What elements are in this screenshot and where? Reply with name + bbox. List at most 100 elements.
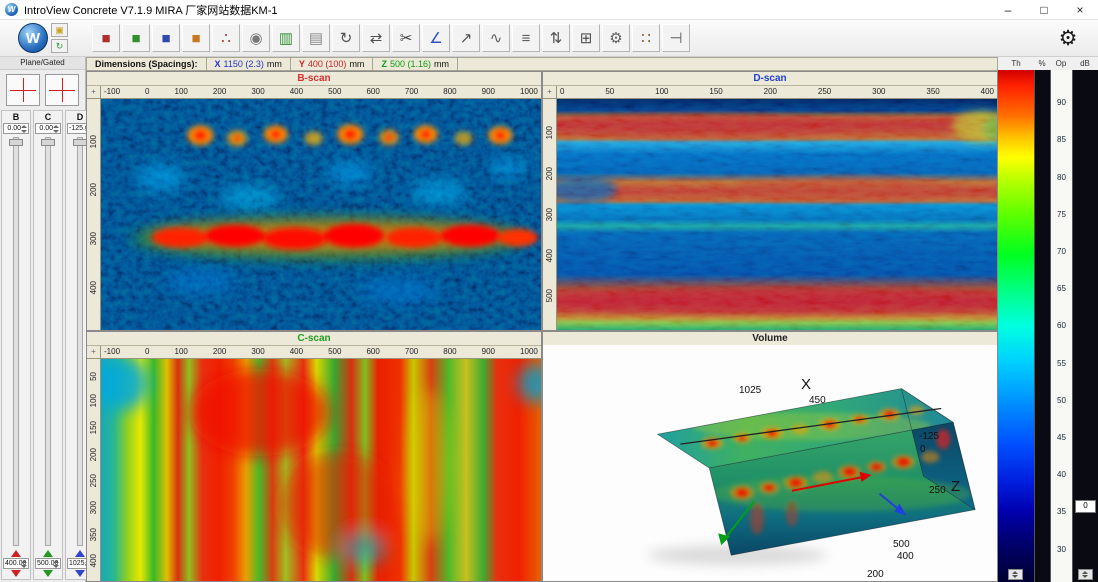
slider-thumb[interactable] (41, 139, 55, 146)
bscan-heatmap[interactable] (101, 99, 541, 330)
slider-thumb[interactable] (73, 139, 87, 146)
colorbar-ticks: 90858075706560555045403530 (1051, 70, 1072, 582)
plane-gated-label: Plane/Gated (0, 57, 85, 70)
panel-view-button[interactable]: ▤ (302, 24, 330, 52)
tick-label: 60 (1051, 321, 1072, 330)
titlebar: W IntroView Concrete V7.1.9 MIRA 厂家网站数据K… (0, 0, 1098, 20)
tick-label: 40 (1051, 470, 1072, 479)
tick-label: 400 (89, 554, 98, 567)
tick-label: 500 (328, 86, 341, 98)
settings-gear-button[interactable]: ⚙ (1052, 22, 1084, 54)
bscan-title: B-scan (87, 72, 541, 85)
gear-icon: ⚙ (1059, 26, 1078, 51)
axis-corner-icon[interactable]: + (87, 86, 101, 98)
close-button[interactable]: × (1062, 0, 1098, 20)
axis-corner-icon[interactable]: + (87, 346, 101, 358)
footprint-tool-button[interactable]: ∷ (632, 24, 660, 52)
gate-bottom-marker[interactable] (43, 570, 53, 577)
tick-label: 500 (545, 289, 554, 302)
plane-crosshair-control[interactable] (6, 74, 40, 106)
threshold-strip[interactable] (1034, 70, 1051, 582)
minimize-button[interactable]: – (990, 0, 1026, 20)
surface-tool-button[interactable]: ∿ (482, 24, 510, 52)
tick-label: 400 (89, 281, 98, 294)
gate-top-marker[interactable] (75, 550, 85, 557)
tick-label: 300 (872, 86, 885, 98)
gate-bottom-marker[interactable] (75, 570, 85, 577)
introview-logo-button[interactable]: W (18, 23, 48, 53)
probe-tool-button[interactable]: ⊣ (662, 24, 690, 52)
volume-axis-value: -125 (919, 431, 939, 442)
channel-bottom-spinbox[interactable]: 400.00 (3, 558, 29, 569)
view-b-cube-button[interactable]: ■ (92, 24, 120, 52)
axis-corner-icon[interactable]: + (543, 86, 557, 98)
view-volume-cube-button[interactable]: ■ (182, 24, 210, 52)
trace-tool-button[interactable]: ↗ (452, 24, 480, 52)
view-d-cube-button[interactable]: ■ (152, 24, 180, 52)
tick-label: 600 (366, 86, 379, 98)
tick-label: 200 (89, 448, 98, 461)
flip-tool-button[interactable]: ⇅ (542, 24, 570, 52)
channel-top-spinbox[interactable]: 0.00 (3, 123, 29, 134)
mini-gear-tool-button[interactable]: ⚙ (602, 24, 630, 52)
channel-slider-track[interactable] (13, 137, 19, 546)
cscan-heatmap[interactable] (101, 359, 541, 581)
tick-label: 75 (1051, 210, 1072, 219)
gate-top-marker[interactable] (43, 550, 53, 557)
strip-spinner[interactable] (1078, 569, 1093, 580)
grid-tool-button[interactable]: ⊞ (572, 24, 600, 52)
dscan-panel: D-scan + 050100150200250300350400 100200… (542, 71, 998, 331)
rotate-tool-button[interactable]: ↻ (332, 24, 360, 52)
dscan-heatmap[interactable] (557, 99, 997, 330)
dscan-left-ruler: 100200300400500 (543, 99, 557, 330)
tick-label: 300 (251, 346, 264, 358)
colorbar-body: 90858075706560555045403530 0 (998, 70, 1098, 582)
dimensions-label: Dimensions (Spacings): (87, 58, 207, 70)
gate-bottom-marker[interactable] (11, 570, 21, 577)
dscan-title: D-scan (543, 72, 997, 85)
reload-button[interactable]: ↻ (51, 39, 68, 53)
gate-value-box[interactable]: 0 (1075, 500, 1096, 513)
cscan-title: C-scan (87, 332, 541, 345)
sidebar: Plane/Gated B 0.00 400.00 C 0.00 500.00 … (0, 57, 86, 582)
tick-label: 150 (89, 421, 98, 434)
tick-label: 800 (443, 346, 456, 358)
gate-crosshair-control[interactable] (45, 74, 79, 106)
layers-tool-button[interactable]: ≡ (512, 24, 540, 52)
tick-label: 30 (1051, 545, 1072, 554)
channel-bottom-spinbox[interactable]: 500.00 (35, 558, 61, 569)
slider-thumb[interactable] (9, 139, 23, 146)
tick-label: 100 (175, 86, 188, 98)
channel-label: B (3, 112, 29, 123)
volume-3d-view[interactable]: 1025 X 450 -125 0 250 Z 500 400 200 (543, 345, 997, 581)
colorbar-header: % (1034, 57, 1050, 70)
dscan-top-ruler: + 050100150200250300350400 (543, 85, 997, 99)
db-strip[interactable]: 0 (1072, 70, 1098, 582)
window-title: IntroView Concrete V7.1.9 MIRA 厂家网站数据KM-… (24, 2, 278, 18)
channel-slider-track[interactable] (77, 137, 83, 546)
tick-label: 35 (1051, 507, 1072, 516)
tick-label: 700 (405, 86, 418, 98)
sphere-view-button[interactable]: ◉ (242, 24, 270, 52)
channel-slider-track[interactable] (45, 137, 51, 546)
tick-label: 90 (1051, 98, 1072, 107)
scale-spinner[interactable] (1008, 569, 1023, 580)
open-project-button[interactable]: ▣ (51, 23, 68, 37)
points-cloud-button[interactable]: ∴ (212, 24, 240, 52)
angle-tool-button[interactable]: ∠ (422, 24, 450, 52)
bscan-top-ruler: + -10001002003004005006007008009001000 (87, 85, 541, 99)
gate-top-marker[interactable] (11, 550, 21, 557)
cut-tool-button[interactable]: ✂ (392, 24, 420, 52)
pan-tool-button[interactable]: ⇄ (362, 24, 390, 52)
tick-label: 350 (89, 528, 98, 541)
channel-top-spinbox[interactable]: 0.00 (35, 123, 61, 134)
view-c-cube-button[interactable]: ■ (122, 24, 150, 52)
tick-label: 100 (655, 86, 668, 98)
tick-label: 300 (545, 208, 554, 221)
cscan-top-ruler: + -10001002003004005006007008009001000 (87, 345, 541, 359)
color-scale[interactable] (998, 70, 1034, 582)
frame-view-button[interactable]: ▥ (272, 24, 300, 52)
maximize-button[interactable]: □ (1026, 0, 1062, 20)
colorbar-header: Op (1050, 57, 1072, 70)
tick-label: 300 (89, 232, 98, 245)
